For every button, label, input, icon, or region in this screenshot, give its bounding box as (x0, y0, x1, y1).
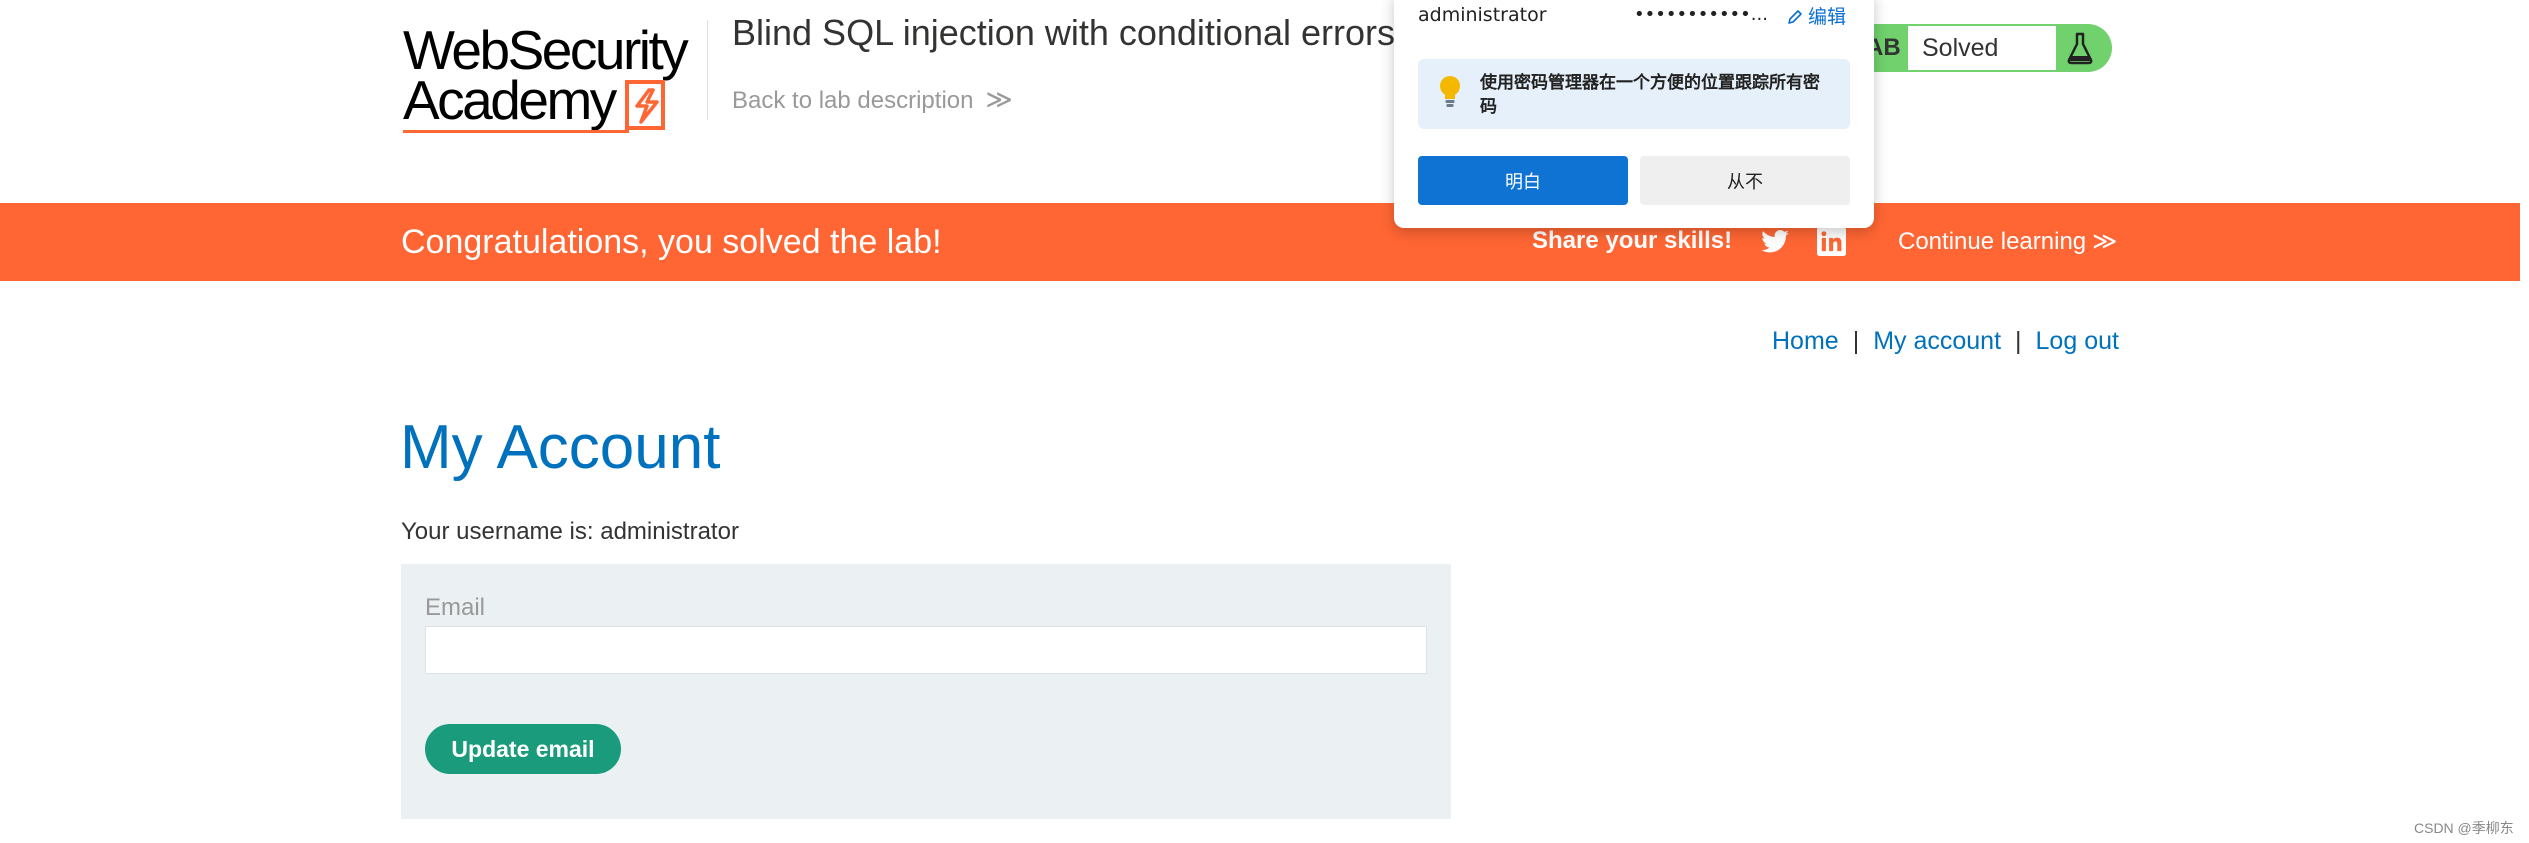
saved-password-mask: •••••••••••... (1634, 4, 1768, 25)
tip-text: 使用密码管理器在一个方便的位置跟踪所有密码 (1480, 73, 1820, 117)
password-manager-tip: 使用密码管理器在一个方便的位置跟踪所有密码 (1418, 59, 1850, 129)
nav-my-account-link[interactable]: My account (1873, 327, 2001, 355)
double-chevron-right-icon: ≫ (2092, 228, 2118, 255)
header-divider (707, 20, 708, 120)
saved-username: administrator (1418, 4, 1547, 26)
email-label: Email (425, 594, 486, 621)
logo-text-line2: Academy (403, 69, 617, 131)
solved-banner: Congratulations, you solved the lab! Sha… (0, 203, 2520, 281)
never-button[interactable]: 从不 (1640, 156, 1850, 205)
lightbulb-icon (1440, 76, 1460, 107)
pencil-icon (1788, 10, 1802, 24)
nav-separator: | (1852, 327, 1860, 355)
email-input[interactable] (425, 626, 1427, 674)
logo-underline (403, 130, 629, 133)
page-title: My Account (400, 413, 721, 482)
password-manager-popup: administrator •••••••••••... 编辑 使用密码管理器在… (1394, 0, 1874, 228)
share-skills-label: Share your skills! (1532, 227, 1733, 254)
change-email-form: Email Update email (401, 564, 1451, 819)
congratulations-message: Congratulations, you solved the lab! (401, 223, 942, 261)
continue-learning-link[interactable]: Continue learning ≫ (1898, 227, 2117, 256)
back-to-lab-description-link[interactable]: Back to lab description ≫ (732, 84, 1013, 115)
continue-learning-label: Continue learning (1898, 228, 2087, 255)
got-it-button[interactable]: 明白 (1418, 156, 1628, 205)
account-nav: Home | My account | Log out (1772, 327, 2119, 356)
lab-status-widget: AB Solved (1852, 24, 2112, 72)
web-security-academy-logo[interactable]: WebSecurity Academy (403, 18, 703, 133)
watermark: CSDN @季柳东 (2414, 820, 2514, 836)
lab-title: Blind SQL injection with conditional err… (732, 12, 1395, 53)
nav-log-out-link[interactable]: Log out (2036, 327, 2119, 355)
nav-separator: | (2015, 327, 2022, 355)
nav-home-link[interactable]: Home (1772, 327, 1839, 355)
update-email-button[interactable]: Update email (425, 724, 621, 774)
logo-bolt-icon (625, 80, 665, 130)
edit-credential-link[interactable]: 编辑 (1786, 2, 1846, 29)
back-link-label: Back to lab description (732, 87, 974, 114)
linkedin-icon[interactable] (1817, 227, 1846, 256)
twitter-icon[interactable] (1760, 227, 1790, 257)
edit-label: 编辑 (1808, 6, 1847, 28)
username-text: Your username is: administrator (401, 518, 739, 545)
double-chevron-right-icon: ≫ (985, 84, 1012, 114)
lab-status-text: Solved (1908, 26, 2056, 70)
flask-icon (2067, 32, 2093, 65)
